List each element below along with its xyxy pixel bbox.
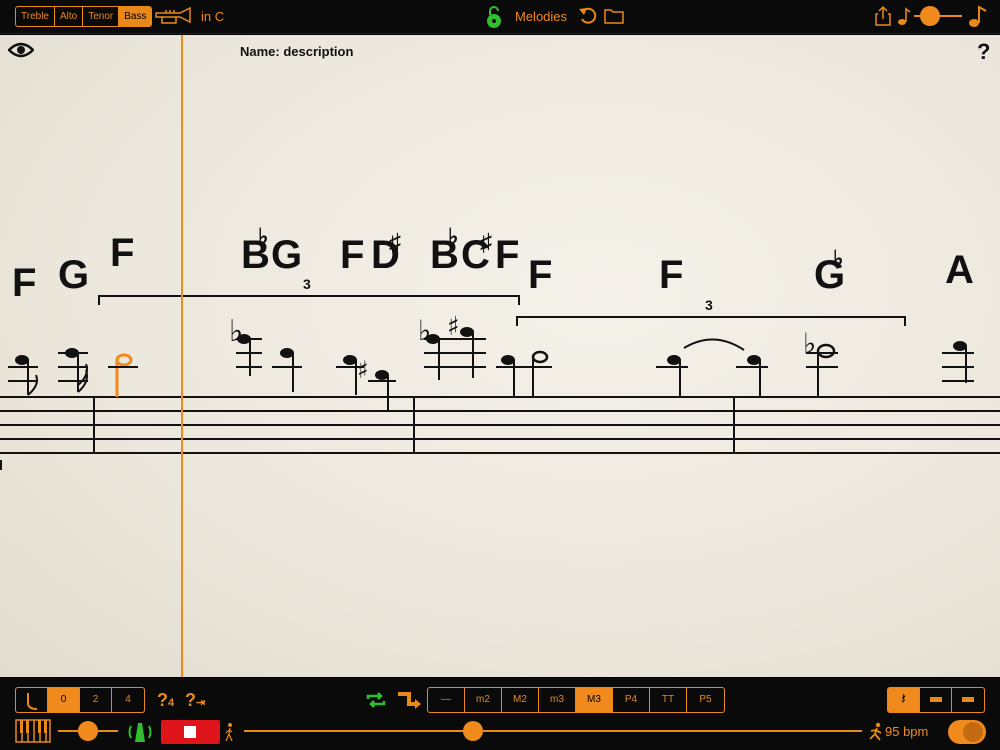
clef-selector: Treble Alto Tenor Bass — [15, 6, 153, 27]
quarter-rest-button[interactable]: 𝄽 — [888, 688, 920, 712]
chord-symbol: F — [12, 261, 36, 305]
chord-symbol: F — [528, 253, 552, 297]
toggle-knob — [963, 722, 983, 742]
clef-tenor-button[interactable]: Tenor — [83, 7, 120, 26]
clef-treble-button[interactable]: Treble — [16, 7, 55, 26]
svg-text:♯: ♯ — [357, 356, 369, 384]
volume-slider-thumb[interactable] — [78, 721, 98, 741]
chord-accidental: ♯ — [480, 229, 492, 256]
melodies-title[interactable]: Melodies — [515, 9, 567, 24]
question-arrow-icon[interactable]: ?⇥ — [185, 687, 205, 716]
note-head — [747, 355, 761, 365]
rest-selector: 𝄽 — [887, 687, 985, 713]
chord-symbol: F — [495, 233, 519, 277]
chord-symbol: G — [58, 253, 89, 297]
staff-lines — [0, 396, 1000, 454]
note-large-icon — [969, 5, 987, 27]
position-slider-thumb[interactable] — [462, 721, 483, 741]
note-head — [531, 350, 549, 364]
folder-icon[interactable] — [604, 7, 624, 25]
bar-lines — [0, 397, 735, 470]
svg-text:♭: ♭ — [418, 314, 431, 347]
key-label[interactable]: in C — [201, 9, 224, 24]
svg-text:♭: ♭ — [803, 327, 816, 360]
tempo-label: 95 bpm — [885, 724, 929, 739]
bottom-toolbar: 0 2 4 ?4 ?⇥ — m2 M2 m3 M3 P4 TT P5 𝄽 95 … — [0, 678, 1000, 750]
swing-icon — [26, 693, 37, 710]
chord-accidental: ♯ — [389, 229, 401, 256]
interval-P5-button[interactable]: P5 — [687, 688, 724, 712]
metronome-icon[interactable] — [126, 720, 154, 744]
note-small-icon — [898, 7, 911, 25]
stop-button[interactable] — [161, 720, 220, 744]
lock-open-icon[interactable] — [484, 5, 504, 29]
note-head — [375, 370, 389, 380]
step-2-button[interactable]: 2 — [80, 688, 112, 712]
interval-M3-button[interactable]: M3 — [576, 688, 613, 712]
chord-symbol: F — [659, 253, 683, 297]
chord-accidental: ♭ — [448, 224, 458, 249]
chord-accidental: ♭ — [833, 246, 843, 271]
position-slider-track[interactable] — [244, 730, 862, 732]
note-head-current — [115, 353, 133, 367]
metronome-mode-button[interactable] — [16, 688, 48, 712]
note-head — [15, 355, 29, 365]
staff-svg: F G F B ♭ G F D ♯ B ♭ C ♯ F F F G ♭ A 3 … — [0, 35, 1000, 677]
undo-icon[interactable] — [578, 6, 598, 26]
chord-symbol: G — [271, 233, 302, 277]
triplet-brackets — [98, 295, 906, 326]
note-head — [816, 343, 836, 359]
runner-icon — [869, 722, 882, 741]
svg-text:♭: ♭ — [229, 314, 243, 349]
interval-none-button[interactable]: — — [428, 688, 465, 712]
note-head — [953, 341, 967, 351]
walker-small-icon — [225, 723, 233, 742]
step-selector: 0 2 4 — [15, 687, 145, 713]
note-head — [280, 348, 294, 358]
interval-P4-button[interactable]: P4 — [613, 688, 650, 712]
note-head — [501, 355, 515, 365]
interval-M2-button[interactable]: M2 — [502, 688, 539, 712]
note-head — [343, 355, 357, 365]
triplet-label: 3 — [705, 297, 713, 313]
share-icon[interactable] — [874, 5, 892, 27]
note-accidentals: ♭ ♭ ♯ ♯ ♭ — [229, 312, 816, 384]
question-four-icon[interactable]: ?4 — [157, 687, 174, 716]
top-toolbar: Treble Alto Tenor Bass in C Melodies — [0, 0, 1000, 34]
triplet-label: 3 — [303, 276, 311, 292]
interval-m3-button[interactable]: m3 — [539, 688, 576, 712]
chord-symbol: A — [945, 248, 974, 292]
interval-TT-button[interactable]: TT — [650, 688, 687, 712]
trumpet-icon[interactable] — [154, 7, 194, 27]
whole-rest-button[interactable] — [952, 688, 984, 712]
interval-selector: — m2 M2 m3 M3 P4 TT P5 — [427, 687, 725, 713]
stop-icon — [184, 726, 196, 738]
step-forward-icon[interactable] — [396, 689, 422, 711]
step-0-button[interactable]: 0 — [48, 688, 80, 712]
chord-symbol: F — [340, 233, 364, 277]
score-sheet[interactable]: Name: description ? F G F B ♭ G F D ♯ B … — [0, 35, 1000, 677]
svg-text:♯: ♯ — [447, 312, 460, 342]
chord-symbols: F G F B ♭ G F D ♯ B ♭ C ♯ F F F G ♭ A — [12, 224, 974, 305]
autoscroll-toggle[interactable] — [948, 720, 986, 744]
note-size-slider-thumb[interactable] — [920, 6, 940, 26]
chord-accidental: ♭ — [258, 224, 268, 249]
chord-symbol: F — [110, 231, 134, 275]
clef-bass-button[interactable]: Bass — [119, 7, 152, 26]
note-head — [460, 327, 474, 337]
interval-m2-button[interactable]: m2 — [465, 688, 502, 712]
loop-icon[interactable] — [365, 690, 387, 710]
piano-icon[interactable] — [15, 719, 51, 743]
step-4-button[interactable]: 4 — [112, 688, 144, 712]
clef-alto-button[interactable]: Alto — [55, 7, 84, 26]
note-head — [667, 355, 681, 365]
half-rest-button[interactable] — [920, 688, 952, 712]
